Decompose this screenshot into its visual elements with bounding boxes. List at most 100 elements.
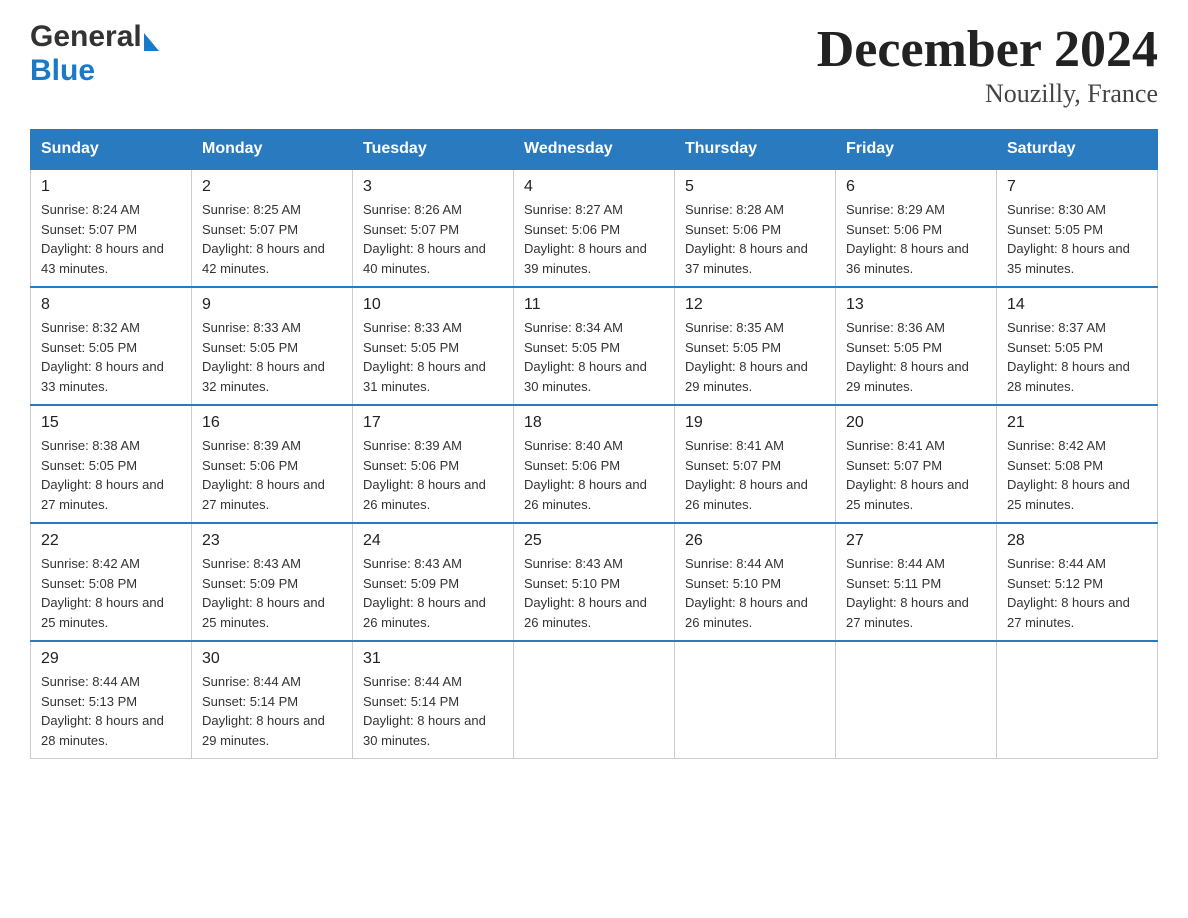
table-row: [514, 641, 675, 759]
table-row: 14 Sunrise: 8:37 AMSunset: 5:05 PMDaylig…: [997, 287, 1158, 405]
table-row: [675, 641, 836, 759]
day-number: 2: [202, 178, 342, 196]
day-info: Sunrise: 8:41 AMSunset: 5:07 PMDaylight:…: [846, 438, 969, 512]
day-number: 19: [685, 414, 825, 432]
day-number: 30: [202, 650, 342, 668]
table-row: 9 Sunrise: 8:33 AMSunset: 5:05 PMDayligh…: [192, 287, 353, 405]
day-number: 31: [363, 650, 503, 668]
day-info: Sunrise: 8:42 AMSunset: 5:08 PMDaylight:…: [1007, 438, 1130, 512]
calendar-week-row: 22 Sunrise: 8:42 AMSunset: 5:08 PMDaylig…: [31, 523, 1158, 641]
day-number: 3: [363, 178, 503, 196]
col-saturday: Saturday: [997, 130, 1158, 170]
table-row: 30 Sunrise: 8:44 AMSunset: 5:14 PMDaylig…: [192, 641, 353, 759]
day-number: 20: [846, 414, 986, 432]
title-area: December 2024 Nouzilly, France: [817, 20, 1158, 109]
table-row: 22 Sunrise: 8:42 AMSunset: 5:08 PMDaylig…: [31, 523, 192, 641]
table-row: 3 Sunrise: 8:26 AMSunset: 5:07 PMDayligh…: [353, 169, 514, 287]
day-number: 5: [685, 178, 825, 196]
day-number: 1: [41, 178, 181, 196]
day-info: Sunrise: 8:36 AMSunset: 5:05 PMDaylight:…: [846, 320, 969, 394]
day-info: Sunrise: 8:35 AMSunset: 5:05 PMDaylight:…: [685, 320, 808, 394]
day-number: 13: [846, 296, 986, 314]
day-number: 28: [1007, 532, 1147, 550]
table-row: 2 Sunrise: 8:25 AMSunset: 5:07 PMDayligh…: [192, 169, 353, 287]
col-monday: Monday: [192, 130, 353, 170]
table-row: 1 Sunrise: 8:24 AMSunset: 5:07 PMDayligh…: [31, 169, 192, 287]
day-number: 26: [685, 532, 825, 550]
day-info: Sunrise: 8:33 AMSunset: 5:05 PMDaylight:…: [202, 320, 325, 394]
day-info: Sunrise: 8:43 AMSunset: 5:09 PMDaylight:…: [363, 556, 486, 630]
table-row: [836, 641, 997, 759]
table-row: 4 Sunrise: 8:27 AMSunset: 5:06 PMDayligh…: [514, 169, 675, 287]
day-info: Sunrise: 8:41 AMSunset: 5:07 PMDaylight:…: [685, 438, 808, 512]
table-row: 18 Sunrise: 8:40 AMSunset: 5:06 PMDaylig…: [514, 405, 675, 523]
day-info: Sunrise: 8:43 AMSunset: 5:09 PMDaylight:…: [202, 556, 325, 630]
table-row: 21 Sunrise: 8:42 AMSunset: 5:08 PMDaylig…: [997, 405, 1158, 523]
day-info: Sunrise: 8:43 AMSunset: 5:10 PMDaylight:…: [524, 556, 647, 630]
col-tuesday: Tuesday: [353, 130, 514, 170]
day-number: 29: [41, 650, 181, 668]
day-number: 24: [363, 532, 503, 550]
day-number: 7: [1007, 178, 1147, 196]
calendar-header-row: Sunday Monday Tuesday Wednesday Thursday…: [31, 130, 1158, 170]
table-row: 15 Sunrise: 8:38 AMSunset: 5:05 PMDaylig…: [31, 405, 192, 523]
day-info: Sunrise: 8:25 AMSunset: 5:07 PMDaylight:…: [202, 202, 325, 276]
table-row: 25 Sunrise: 8:43 AMSunset: 5:10 PMDaylig…: [514, 523, 675, 641]
day-number: 18: [524, 414, 664, 432]
day-info: Sunrise: 8:44 AMSunset: 5:10 PMDaylight:…: [685, 556, 808, 630]
day-number: 12: [685, 296, 825, 314]
day-info: Sunrise: 8:39 AMSunset: 5:06 PMDaylight:…: [363, 438, 486, 512]
day-info: Sunrise: 8:32 AMSunset: 5:05 PMDaylight:…: [41, 320, 164, 394]
day-info: Sunrise: 8:29 AMSunset: 5:06 PMDaylight:…: [846, 202, 969, 276]
table-row: 8 Sunrise: 8:32 AMSunset: 5:05 PMDayligh…: [31, 287, 192, 405]
table-row: 10 Sunrise: 8:33 AMSunset: 5:05 PMDaylig…: [353, 287, 514, 405]
day-info: Sunrise: 8:27 AMSunset: 5:06 PMDaylight:…: [524, 202, 647, 276]
day-info: Sunrise: 8:44 AMSunset: 5:12 PMDaylight:…: [1007, 556, 1130, 630]
col-sunday: Sunday: [31, 130, 192, 170]
day-info: Sunrise: 8:39 AMSunset: 5:06 PMDaylight:…: [202, 438, 325, 512]
day-number: 21: [1007, 414, 1147, 432]
day-number: 6: [846, 178, 986, 196]
day-info: Sunrise: 8:30 AMSunset: 5:05 PMDaylight:…: [1007, 202, 1130, 276]
day-info: Sunrise: 8:40 AMSunset: 5:06 PMDaylight:…: [524, 438, 647, 512]
table-row: 17 Sunrise: 8:39 AMSunset: 5:06 PMDaylig…: [353, 405, 514, 523]
day-number: 4: [524, 178, 664, 196]
logo-general-text: General: [30, 20, 142, 54]
page-header: General Blue December 2024 Nouzilly, Fra…: [30, 20, 1158, 109]
day-number: 15: [41, 414, 181, 432]
day-info: Sunrise: 8:34 AMSunset: 5:05 PMDaylight:…: [524, 320, 647, 394]
table-row: 28 Sunrise: 8:44 AMSunset: 5:12 PMDaylig…: [997, 523, 1158, 641]
table-row: 24 Sunrise: 8:43 AMSunset: 5:09 PMDaylig…: [353, 523, 514, 641]
table-row: 23 Sunrise: 8:43 AMSunset: 5:09 PMDaylig…: [192, 523, 353, 641]
day-info: Sunrise: 8:44 AMSunset: 5:13 PMDaylight:…: [41, 674, 164, 748]
col-thursday: Thursday: [675, 130, 836, 170]
logo-arrow-icon: [144, 33, 159, 51]
table-row: 13 Sunrise: 8:36 AMSunset: 5:05 PMDaylig…: [836, 287, 997, 405]
calendar-week-row: 15 Sunrise: 8:38 AMSunset: 5:05 PMDaylig…: [31, 405, 1158, 523]
table-row: [997, 641, 1158, 759]
calendar-table: Sunday Monday Tuesday Wednesday Thursday…: [30, 129, 1158, 759]
day-info: Sunrise: 8:44 AMSunset: 5:11 PMDaylight:…: [846, 556, 969, 630]
col-wednesday: Wednesday: [514, 130, 675, 170]
day-number: 25: [524, 532, 664, 550]
day-info: Sunrise: 8:44 AMSunset: 5:14 PMDaylight:…: [202, 674, 325, 748]
calendar-week-row: 1 Sunrise: 8:24 AMSunset: 5:07 PMDayligh…: [31, 169, 1158, 287]
day-info: Sunrise: 8:42 AMSunset: 5:08 PMDaylight:…: [41, 556, 164, 630]
day-info: Sunrise: 8:28 AMSunset: 5:06 PMDaylight:…: [685, 202, 808, 276]
page-title: December 2024: [817, 20, 1158, 79]
day-number: 8: [41, 296, 181, 314]
day-number: 16: [202, 414, 342, 432]
day-number: 11: [524, 296, 664, 314]
day-number: 14: [1007, 296, 1147, 314]
day-info: Sunrise: 8:44 AMSunset: 5:14 PMDaylight:…: [363, 674, 486, 748]
day-number: 17: [363, 414, 503, 432]
table-row: 19 Sunrise: 8:41 AMSunset: 5:07 PMDaylig…: [675, 405, 836, 523]
logo: General Blue: [30, 20, 159, 88]
day-info: Sunrise: 8:26 AMSunset: 5:07 PMDaylight:…: [363, 202, 486, 276]
day-info: Sunrise: 8:24 AMSunset: 5:07 PMDaylight:…: [41, 202, 164, 276]
table-row: 31 Sunrise: 8:44 AMSunset: 5:14 PMDaylig…: [353, 641, 514, 759]
table-row: 16 Sunrise: 8:39 AMSunset: 5:06 PMDaylig…: [192, 405, 353, 523]
day-number: 22: [41, 532, 181, 550]
day-number: 27: [846, 532, 986, 550]
calendar-week-row: 8 Sunrise: 8:32 AMSunset: 5:05 PMDayligh…: [31, 287, 1158, 405]
